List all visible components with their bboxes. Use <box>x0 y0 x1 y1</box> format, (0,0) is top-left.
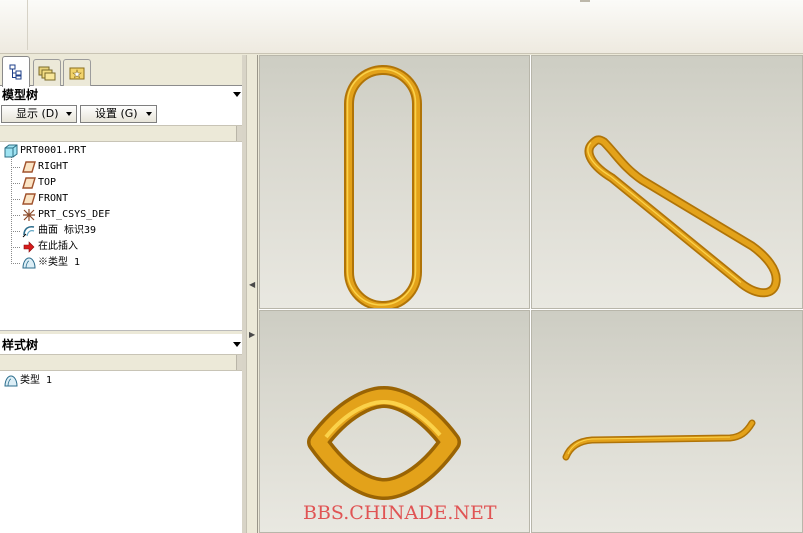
model-tree-icon <box>9 64 22 80</box>
viewport-top-left[interactable] <box>259 55 530 309</box>
style-feature-icon <box>4 375 18 387</box>
folder-browser-icon <box>38 66 56 81</box>
style-feature-icon <box>22 257 36 269</box>
tree-item-label: TOP <box>38 177 57 188</box>
toolbar-separator <box>580 0 590 2</box>
tree-connector <box>11 231 20 232</box>
tree-connector <box>11 247 20 248</box>
tree-item-label: FRONT <box>38 193 69 204</box>
model-tree-title: 模型树 <box>2 88 39 102</box>
style-tree-column-header[interactable] <box>0 354 242 371</box>
chevron-down-icon <box>146 112 152 116</box>
watermark: BBS.CHINADE.NET <box>303 502 497 524</box>
datum-plane-icon <box>22 193 36 205</box>
model-tree-column-header[interactable] <box>0 125 242 142</box>
model-tree-menu-icon[interactable] <box>233 92 241 97</box>
tree-connector <box>11 215 20 216</box>
insert-here-arrow-icon <box>23 241 35 253</box>
favorites-tab[interactable] <box>63 59 91 86</box>
chevron-down-icon <box>66 112 72 116</box>
toolbar <box>0 0 803 54</box>
favorites-icon <box>69 67 85 80</box>
navigator-tabs <box>0 55 245 87</box>
settings-button-label: 设置 (G) <box>95 107 138 120</box>
style-tree-menu-icon[interactable] <box>233 342 241 347</box>
tree-item-label: 在此插入 <box>38 241 78 252</box>
navigator-collapse-splitter[interactable]: ◀ ▶ <box>246 55 258 533</box>
folder-browser-tab[interactable] <box>33 59 61 86</box>
tree-connector <box>11 263 20 264</box>
datum-plane-icon <box>22 161 36 173</box>
curve-loop-top-view <box>307 386 461 500</box>
style-tree-header: 样式树 <box>0 337 245 353</box>
model-tree-header: 模型树 <box>0 87 245 103</box>
surface-icon <box>22 225 35 238</box>
expand-right-icon[interactable]: ▶ <box>249 327 255 343</box>
navigator-splitter[interactable] <box>0 330 245 334</box>
tree-item-label: 曲面 标识39 <box>38 225 97 236</box>
tree-connector <box>11 199 20 200</box>
collapse-left-icon[interactable]: ◀ <box>249 277 255 293</box>
tree-item-label: 类型 1 <box>20 375 53 386</box>
tree-item-label: ※类型 1 <box>38 257 81 268</box>
show-dropdown-button[interactable]: 显示 (D) <box>1 105 77 123</box>
curve-side-view <box>562 419 756 461</box>
model-tree-tab[interactable] <box>2 56 30 87</box>
show-button-label: 显示 (D) <box>16 107 59 120</box>
coordinate-system-icon <box>23 209 35 221</box>
part-icon <box>4 144 18 158</box>
tree-connector <box>11 183 20 184</box>
tree-item-label: PRT_CSYS_DEF <box>38 209 111 220</box>
viewport-bottom-left[interactable] <box>259 310 530 533</box>
settings-dropdown-button[interactable]: 设置 (G) <box>80 105 157 123</box>
curve-loop-isometric <box>584 135 781 298</box>
viewport-top-right[interactable] <box>531 55 803 309</box>
tree-item-label: RIGHT <box>38 161 69 172</box>
tree-item-label: PRT0001.PRT <box>20 145 87 156</box>
viewport-bottom-right[interactable] <box>531 310 803 533</box>
toolbar-separator <box>27 0 28 50</box>
curve-loop-vertical <box>344 65 422 308</box>
style-tree-title: 样式树 <box>2 338 39 352</box>
tree-connector <box>11 167 20 168</box>
navigator-panel: 模型树 显示 (D) 设置 (G) PRT0001.PRT RIGHT TOP … <box>0 55 245 533</box>
datum-plane-icon <box>22 177 36 189</box>
graphics-window[interactable] <box>259 55 803 533</box>
